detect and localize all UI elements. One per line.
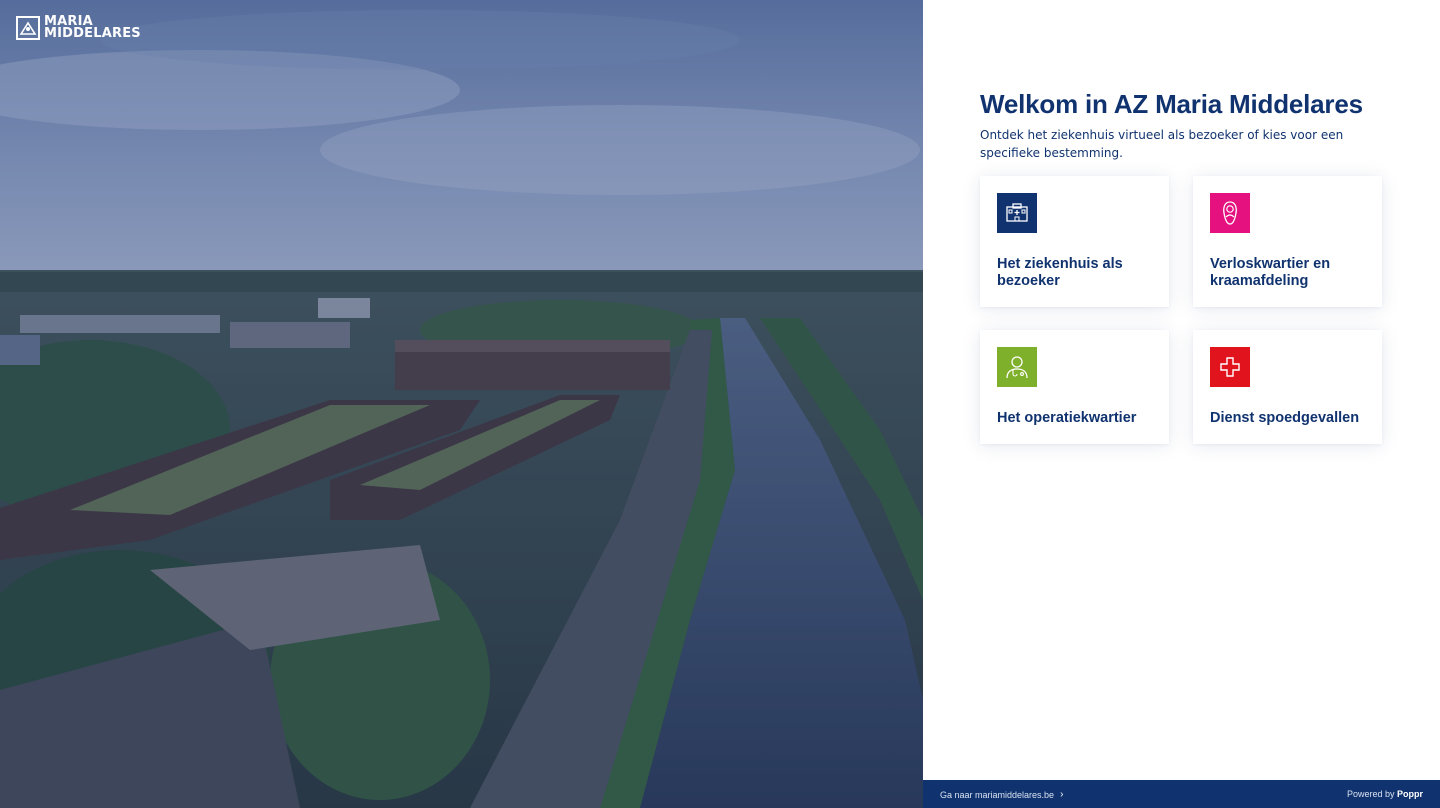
logo-wordmark: MARIA MIDDELARES — [44, 15, 141, 41]
logo-emblem-icon — [16, 16, 40, 40]
website-link[interactable]: Ga naar mariamiddelares.be › — [940, 789, 1063, 800]
hospital-icon — [997, 193, 1037, 233]
card-maternity-label: Verloskwartier en kraamafdeling — [1210, 256, 1331, 289]
powered-by-prefix: Powered by — [1346, 789, 1395, 799]
welcome-panel: Welkom in AZ Maria Middelares Ontdek het… — [923, 0, 1440, 808]
footer-bar: Ga naar mariamiddelares.be › Powered by … — [923, 780, 1440, 808]
baby-icon — [1210, 193, 1250, 233]
logo-line-2: MIDDELARES — [44, 26, 141, 41]
doctor-icon — [997, 347, 1037, 387]
chevron-right-icon: › — [1060, 789, 1064, 800]
website-link-label: Ga naar mariamiddelares.be — [940, 789, 1055, 800]
brand-logo[interactable]: MARIA MIDDELARES — [16, 15, 141, 41]
card-visitor-label: Het ziekenhuis als bezoeker — [997, 256, 1123, 289]
blue-overlay — [0, 0, 923, 808]
page-subtitle: Ontdek het ziekenhuis virtueel als bezoe… — [980, 128, 1344, 160]
hero-image: MARIA MIDDELARES — [0, 0, 923, 808]
red-cross-icon — [1210, 347, 1250, 387]
powered-by: Powered by Poppr — [1347, 789, 1423, 799]
card-operating-room-label: Het operatiekwartier — [997, 410, 1137, 426]
card-operating-room[interactable]: Het operatiekwartier — [980, 330, 1169, 444]
page-title: Welkom in AZ Maria Middelares — [980, 89, 1363, 119]
powered-by-brand[interactable]: Poppr — [1397, 789, 1423, 799]
card-maternity[interactable]: Verloskwartier en kraamafdeling — [1193, 176, 1382, 307]
card-emergency-label: Dienst spoedgevallen — [1210, 410, 1360, 426]
card-visitor[interactable]: Het ziekenhuis als bezoeker — [980, 176, 1169, 307]
card-emergency[interactable]: Dienst spoedgevallen — [1193, 330, 1382, 444]
